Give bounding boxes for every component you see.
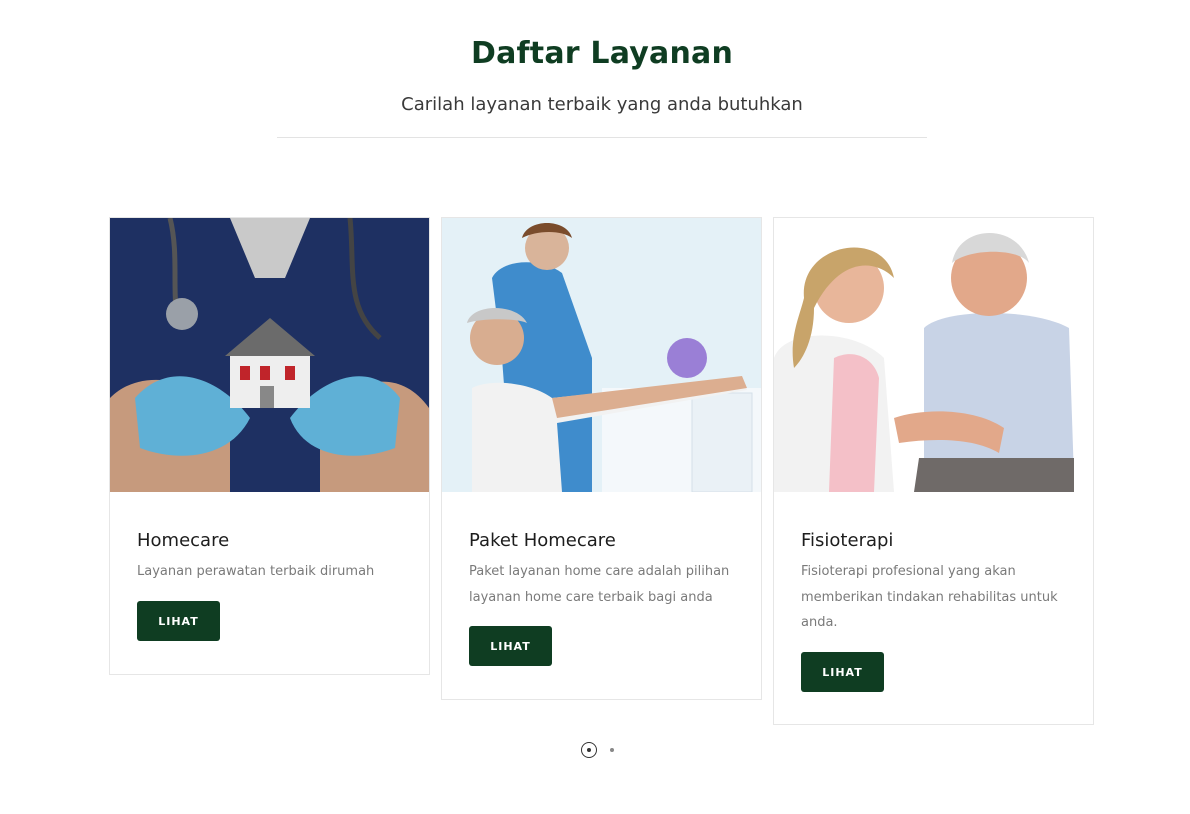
section-subtitle: Carilah layanan terbaik yang anda butuhk… [401, 94, 803, 115]
service-card-homecare: Homecare Layanan perawatan terbaik dirum… [109, 217, 430, 675]
physiotherapy-session-photo [442, 218, 761, 492]
lihat-button[interactable]: LIHAT [137, 601, 220, 641]
service-card-paket-homecare: Paket Homecare Paket layanan home care a… [441, 217, 762, 700]
section-title: Daftar Layanan [470, 36, 734, 71]
lihat-button[interactable]: LIHAT [801, 652, 884, 692]
service-card-fisioterapi: Fisioterapi Fisioterapi profesional yang… [773, 217, 1094, 725]
lihat-button[interactable]: LIHAT [469, 626, 552, 666]
carousel-pagination [581, 742, 621, 762]
card-description: Layanan perawatan terbaik dirumah [137, 564, 375, 579]
nurse-with-elderly-man-photo [774, 218, 1093, 492]
card-description: Paket layanan home care adalah pilihan l… [469, 564, 730, 605]
card-title: Paket Homecare [469, 530, 616, 551]
divider [277, 137, 927, 138]
pagination-dot[interactable] [610, 748, 614, 752]
card-title: Fisioterapi [801, 530, 894, 551]
card-description: Fisioterapi profesional yang akan member… [801, 564, 1058, 630]
card-title: Homecare [137, 530, 230, 551]
nurse-holding-house-photo [110, 218, 429, 492]
pagination-dot-active[interactable] [581, 742, 597, 758]
